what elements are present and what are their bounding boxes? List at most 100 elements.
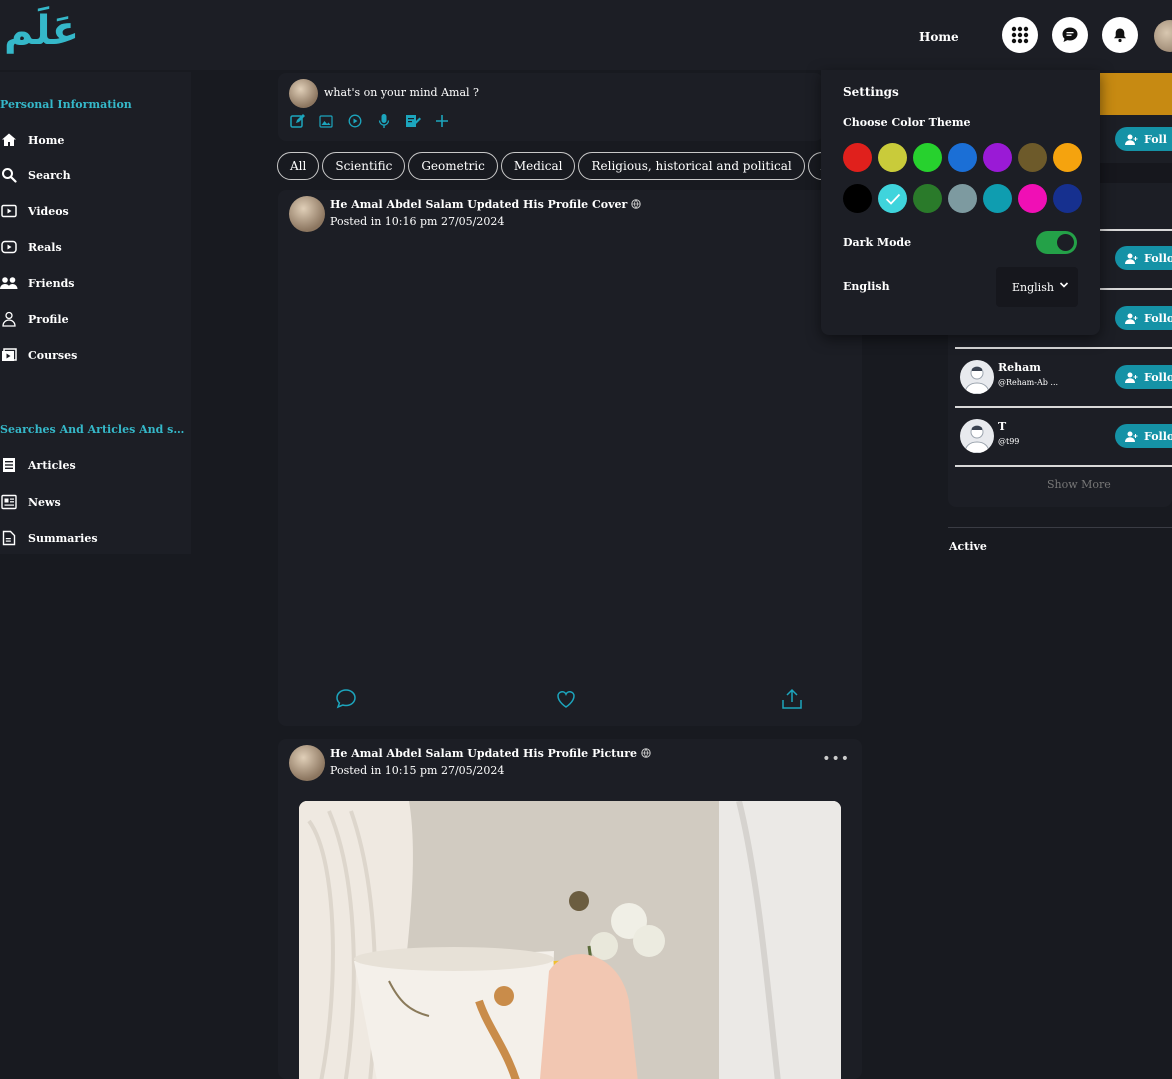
filter-chip[interactable]: Geometric: [408, 152, 498, 180]
sidebar-item-articles[interactable]: Articles: [0, 455, 76, 475]
chevron-down-icon: [1059, 282, 1069, 288]
follow-button[interactable]: Foll: [1115, 127, 1172, 151]
article-write-icon[interactable]: [405, 113, 421, 129]
courses-icon: [0, 346, 18, 364]
color-swatch[interactable]: [843, 143, 872, 172]
post-avatar[interactable]: [289, 196, 325, 232]
active-divider: [948, 527, 1172, 528]
microphone-icon[interactable]: [376, 113, 392, 129]
user-icon: [0, 310, 18, 328]
summary-icon: [0, 529, 18, 547]
color-swatch[interactable]: [913, 143, 942, 172]
color-swatch[interactable]: [948, 143, 977, 172]
filter-chip[interactable]: Agricu: [807, 152, 822, 180]
article-icon: [0, 456, 18, 474]
color-swatch[interactable]: [1018, 184, 1047, 213]
toggle-knob: [1057, 234, 1074, 251]
default-avatar-icon: [964, 366, 990, 394]
follow-label: Foll: [1144, 132, 1167, 146]
filter-chip[interactable]: Medical: [500, 152, 576, 180]
sidebar-item-home[interactable]: Home: [0, 130, 64, 150]
row-divider: [955, 406, 1172, 408]
settings-title: Settings: [843, 85, 899, 99]
sidebar-item-friends[interactable]: Friends: [0, 273, 74, 293]
color-swatch[interactable]: [1053, 184, 1082, 213]
row-divider: [1100, 288, 1172, 290]
add-user-icon: [1125, 134, 1138, 145]
row-divider: [955, 347, 1172, 349]
sidebar-item-news[interactable]: News: [0, 492, 61, 512]
sidebar-section-personal: Personal Information: [0, 98, 132, 111]
grid-icon: [1011, 26, 1029, 44]
post-date: Posted in 10:15 pm 27/05/2024: [330, 764, 505, 777]
follow-button[interactable]: Follow: [1115, 424, 1172, 448]
suggested-user-avatar[interactable]: [960, 360, 994, 394]
suggested-user-handle: @Reham-Ab ...: [998, 378, 1059, 387]
messages-button[interactable]: [1052, 17, 1088, 53]
filter-chip[interactable]: All: [277, 152, 320, 180]
add-user-icon: [1125, 313, 1138, 324]
sidebar-item-profile[interactable]: Profile: [0, 309, 69, 329]
color-swatch-selected[interactable]: [878, 184, 907, 213]
add-user-icon: [1125, 253, 1138, 264]
comment-icon[interactable]: [334, 687, 358, 711]
post-image[interactable]: [299, 801, 841, 1079]
post-title: He Amal Abdel Salam Updated His Profile …: [330, 747, 651, 760]
follow-button[interactable]: Follow: [1115, 365, 1172, 389]
color-swatch[interactable]: [878, 143, 907, 172]
sidebar-item-label: Articles: [28, 458, 76, 472]
post-avatar[interactable]: [289, 745, 325, 781]
news-icon: [0, 493, 18, 511]
post-title: He Amal Abdel Salam Updated His Profile …: [330, 198, 641, 211]
composer-avatar: [289, 79, 318, 108]
notifications-button[interactable]: [1102, 17, 1138, 53]
like-heart-icon[interactable]: [554, 687, 578, 711]
composer-prompt[interactable]: what's on your mind Amal ?: [324, 86, 479, 99]
follow-button[interactable]: Follow: [1115, 246, 1172, 270]
row-divider: [1100, 229, 1172, 231]
suggested-user-name[interactable]: T: [998, 420, 1006, 433]
sidebar-item-summaries[interactable]: Summaries: [0, 528, 98, 548]
checkmark-icon: [885, 193, 900, 205]
sidebar-item-reals[interactable]: Reals: [0, 237, 62, 257]
suggested-user-name[interactable]: Reham: [998, 361, 1041, 374]
color-theme-label: Choose Color Theme: [843, 116, 971, 129]
cover-banner: [1100, 73, 1172, 115]
filter-chip[interactable]: Religious, historical and political: [578, 152, 805, 180]
post-card: He Amal Abdel Salam Updated His Profile …: [278, 739, 862, 1079]
edit-icon[interactable]: [289, 113, 305, 129]
apps-grid-button[interactable]: [1002, 17, 1038, 53]
color-swatch[interactable]: [843, 184, 872, 213]
dark-mode-toggle[interactable]: [1036, 231, 1077, 254]
color-swatch[interactable]: [913, 184, 942, 213]
follow-label: Follow: [1144, 251, 1172, 265]
post-menu-button[interactable]: •••: [822, 751, 850, 767]
default-avatar-icon: [964, 425, 990, 453]
image-icon[interactable]: [318, 113, 334, 129]
row-divider: [955, 465, 1172, 467]
sidebar-item-label: News: [28, 495, 61, 509]
color-swatch[interactable]: [948, 184, 977, 213]
sidebar-item-label: Home: [28, 133, 65, 147]
show-more-link[interactable]: Show More: [1047, 478, 1111, 491]
app-logo[interactable]: عَلَم: [4, 8, 79, 54]
follow-button[interactable]: Follow: [1115, 306, 1172, 330]
color-swatch[interactable]: [1018, 143, 1047, 172]
color-swatch[interactable]: [1053, 143, 1082, 172]
suggested-user-avatar[interactable]: [960, 419, 994, 453]
language-select[interactable]: English: [996, 267, 1078, 307]
sidebar-item-videos[interactable]: Videos: [0, 201, 69, 221]
header-home-link[interactable]: Home: [919, 30, 959, 44]
home-icon: [0, 131, 18, 149]
filter-chip[interactable]: Scientific: [322, 152, 406, 180]
sidebar-item-search[interactable]: Search: [0, 165, 71, 185]
share-icon[interactable]: [780, 687, 804, 711]
color-swatch[interactable]: [983, 143, 1012, 172]
sidebar-item-label: Courses: [28, 348, 78, 362]
follow-label: Follow: [1144, 311, 1172, 325]
video-play-icon[interactable]: [347, 113, 363, 129]
plus-icon[interactable]: [434, 113, 450, 129]
user-avatar[interactable]: [1154, 20, 1172, 52]
color-swatch[interactable]: [983, 184, 1012, 213]
sidebar-item-courses[interactable]: Courses: [0, 345, 77, 365]
